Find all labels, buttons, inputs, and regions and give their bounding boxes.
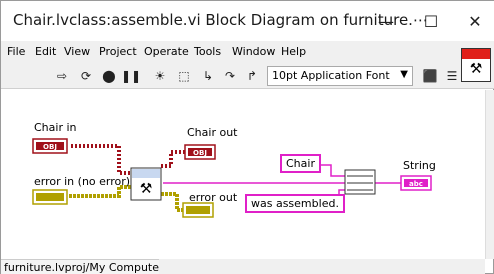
highlight-bulb-icon[interactable]: ☀ — [151, 67, 169, 85]
tools-node-icon: ⚒ — [140, 181, 153, 197]
menu-window[interactable]: Window — [232, 45, 275, 58]
assembled-string-constant[interactable]: was assembled. — [245, 194, 345, 213]
step-out-icon[interactable]: ↱ — [243, 67, 261, 85]
chair-out-label: Chair out — [187, 126, 238, 139]
distribute-icon[interactable]: ☰ — [443, 67, 461, 85]
concatenate-strings-node[interactable] — [344, 169, 376, 195]
chair-in-terminal[interactable]: OBJ — [32, 138, 68, 154]
close-button[interactable]: ✕ — [463, 9, 487, 33]
error-wire[interactable] — [69, 185, 183, 212]
step-over-icon[interactable]: ↷ — [221, 67, 239, 85]
maximize-button[interactable]: ☐ — [419, 9, 443, 33]
string-label: String — [403, 159, 436, 172]
error-in-label: error in (no error) — [34, 175, 131, 188]
error-out-label: error out — [189, 191, 238, 204]
menu-file[interactable]: File — [7, 45, 25, 58]
class-wire[interactable] — [71, 144, 185, 175]
menu-bar: File Edit View Project Operate Tools Win… — [1, 41, 494, 63]
menu-edit[interactable]: Edit — [35, 45, 56, 58]
block-diagram-window: Chair.lvclass:assemble.vi Block Diagram … — [0, 0, 494, 274]
horizontal-scrollbar[interactable] — [159, 259, 485, 274]
vi-icon[interactable]: ⚒ — [461, 48, 491, 82]
chevron-down-icon: ▼ — [400, 69, 408, 80]
assemble-subvi-node[interactable]: ⚒ — [130, 167, 162, 201]
block-diagram-canvas[interactable]: OBJ OBJ ⚒ abc Chair in error in (no erro… — [1, 90, 485, 259]
menu-project[interactable]: Project — [99, 45, 137, 58]
align-icon[interactable]: ⬛ — [421, 67, 439, 85]
toolbar: ⇨ ⟳ ⬤ ❚❚ ☀ ⬚ ↳ ↷ ↱ 10pt Application Font… — [1, 63, 494, 89]
error-out-terminal[interactable] — [182, 202, 214, 218]
menu-tools[interactable]: Tools — [194, 45, 221, 58]
vi-icon-banner — [462, 49, 490, 59]
error-in-terminal[interactable] — [32, 189, 68, 205]
retain-wire-icon[interactable]: ⬚ — [175, 67, 193, 85]
run-continuous-icon[interactable]: ⟳ — [77, 67, 95, 85]
window-title: Chair.lvclass:assemble.vi Block Diagram … — [13, 11, 428, 29]
vertical-scrollbar[interactable] — [485, 90, 494, 259]
menu-help[interactable]: Help — [281, 45, 306, 58]
title-bar: Chair.lvclass:assemble.vi Block Diagram … — [1, 1, 494, 41]
chair-in-obj: OBJ — [43, 143, 57, 151]
tools-icon: ⚒ — [469, 61, 483, 77]
chair-out-obj: OBJ — [193, 149, 207, 157]
font-select-value: 10pt Application Font — [272, 69, 390, 82]
chair-string-constant[interactable]: Chair — [280, 154, 321, 173]
chair-out-terminal[interactable]: OBJ — [184, 144, 216, 160]
step-into-icon[interactable]: ↳ — [199, 67, 217, 85]
font-select[interactable]: 10pt Application Font ▼ — [267, 66, 413, 86]
abort-icon[interactable]: ⬤ — [100, 67, 118, 85]
pause-icon[interactable]: ❚❚ — [121, 67, 141, 85]
chair-in-label: Chair in — [34, 121, 77, 134]
status-bar: furniture.lvproj/My Computer — [1, 259, 159, 274]
menu-view[interactable]: View — [64, 45, 90, 58]
minimize-button[interactable]: — — [374, 9, 398, 33]
menu-operate[interactable]: Operate — [144, 45, 189, 58]
string-indicator[interactable]: abc — [400, 175, 432, 191]
project-path: furniture.lvproj/My Computer — [4, 261, 159, 274]
string-abc: abc — [409, 180, 423, 188]
run-arrow-icon[interactable]: ⇨ — [53, 67, 71, 85]
